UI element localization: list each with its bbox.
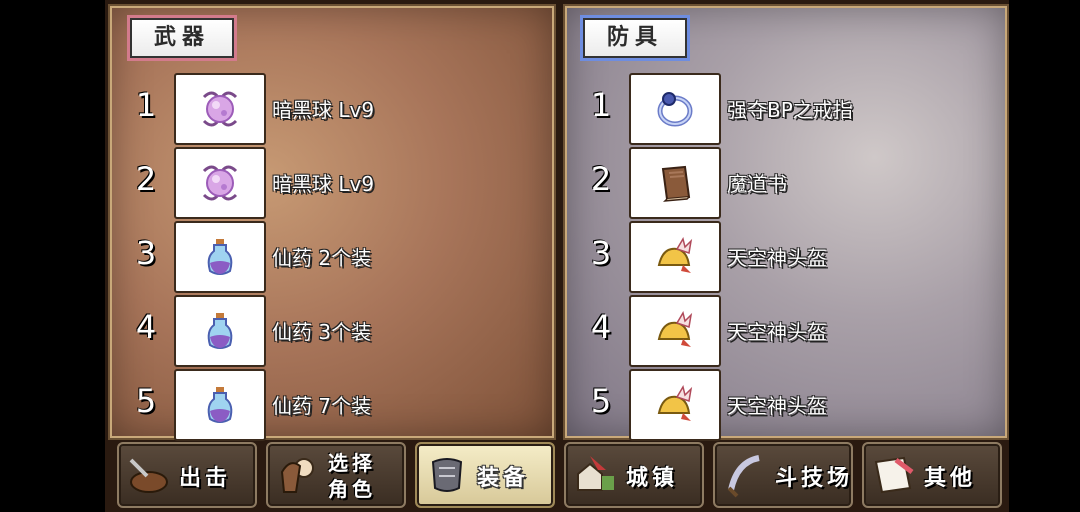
weapon-row-5[interactable]: 5 仙药 7个装	[110, 368, 554, 441]
bottom-nav: 出击 选择 角色 装备 城镇 斗技场 其他	[105, 440, 1009, 512]
equipment-button[interactable]: 装备	[415, 442, 555, 508]
weapon-name: 暗黑球 Lv9	[272, 98, 375, 122]
row-number: 4	[590, 308, 612, 346]
weapon-name: 仙药 3个装	[272, 320, 372, 344]
weapon-name: 暗黑球 Lv9	[272, 172, 375, 196]
row-number: 3	[590, 234, 612, 272]
ring-icon	[657, 92, 693, 127]
winged-helmet-icon	[657, 385, 693, 421]
town-icon	[577, 456, 614, 491]
select-character-label-line2: 角色	[328, 477, 376, 501]
armor-name: 强夺BP之戒指	[727, 98, 853, 122]
weapon-slot[interactable]	[174, 369, 266, 441]
armor-panel: 防具 1 强夺BP之戒指 2 魔道书 3 天空神头盔 4 天空神头盔 5 天空神…	[563, 4, 1009, 441]
equipment-label: 装备	[477, 466, 530, 491]
town-button[interactable]: 城镇	[564, 442, 704, 508]
row-number: 4	[135, 308, 157, 346]
winged-helmet-icon	[657, 237, 693, 273]
weapon-slot[interactable]	[174, 295, 266, 367]
other-label: 其他	[924, 466, 977, 491]
weapons-title: 武器	[130, 18, 235, 58]
armor-row-2[interactable]: 2 魔道书	[565, 146, 1007, 219]
armor-row-4[interactable]: 4 天空神头盔	[565, 294, 1007, 367]
armor-title: 防具	[583, 18, 688, 58]
armor-name: 天空神头盔	[727, 320, 827, 344]
weapon-name: 仙药 7个装	[272, 394, 372, 418]
row-number: 5	[590, 382, 612, 420]
arena-label: 斗技场	[775, 466, 854, 491]
spellbook-icon	[661, 165, 691, 202]
dark-orb-icon	[202, 91, 238, 127]
select-character-button[interactable]: 选择 角色	[266, 442, 406, 508]
sortie-label: 出击	[179, 466, 232, 491]
game-screen: 武器 1 暗黑球 Lv9 2 暗黑球 Lv9 3 仙药 2个装 4 仙药 3个装…	[105, 0, 1009, 512]
select-character-label-line1: 选择	[328, 451, 376, 475]
winged-helmet-icon	[657, 311, 693, 347]
select-character-label: 选择 角色	[328, 450, 376, 502]
row-number: 1	[590, 86, 612, 124]
weapon-slot[interactable]	[174, 221, 266, 293]
arena-icon	[727, 455, 760, 498]
potion-icon	[207, 313, 233, 349]
row-number: 2	[135, 160, 157, 198]
armor-row-1[interactable]: 1 强夺BP之戒指	[565, 72, 1007, 145]
other-icon	[874, 456, 914, 494]
armor-name: 天空神头盔	[727, 246, 827, 270]
armor-row-3[interactable]: 3 天空神头盔	[565, 220, 1007, 293]
weapon-name: 仙药 2个装	[272, 246, 372, 270]
armor-slot[interactable]	[629, 147, 721, 219]
arena-button[interactable]: 斗技场	[713, 442, 853, 508]
armor-slot[interactable]	[629, 221, 721, 293]
weapons-panel: 武器 1 暗黑球 Lv9 2 暗黑球 Lv9 3 仙药 2个装 4 仙药 3个装…	[108, 4, 556, 441]
weapon-slot[interactable]	[174, 73, 266, 145]
armor-slot[interactable]	[629, 369, 721, 441]
row-number: 2	[590, 160, 612, 198]
dark-orb-icon	[202, 165, 238, 201]
potion-icon	[207, 239, 233, 275]
weapon-row-4[interactable]: 4 仙药 3个装	[110, 294, 554, 367]
armor-slot[interactable]	[629, 73, 721, 145]
row-number: 5	[135, 382, 157, 420]
sortie-button[interactable]: 出击	[117, 442, 257, 508]
weapon-row-3[interactable]: 3 仙药 2个装	[110, 220, 554, 293]
armor-icon	[431, 458, 463, 492]
armor-slot[interactable]	[629, 295, 721, 367]
weapon-row-2[interactable]: 2 暗黑球 Lv9	[110, 146, 554, 219]
armor-row-5[interactable]: 5 天空神头盔	[565, 368, 1007, 441]
weapon-row-1[interactable]: 1 暗黑球 Lv9	[110, 72, 554, 145]
potion-icon	[207, 387, 233, 423]
sortie-icon	[129, 458, 168, 493]
row-number: 3	[135, 234, 157, 272]
weapon-slot[interactable]	[174, 147, 266, 219]
row-number: 1	[135, 86, 157, 124]
armor-name: 魔道书	[727, 172, 787, 196]
armor-name: 天空神头盔	[727, 394, 827, 418]
town-label: 城镇	[626, 466, 679, 491]
other-button[interactable]: 其他	[862, 442, 1002, 508]
character-icon	[280, 458, 314, 493]
